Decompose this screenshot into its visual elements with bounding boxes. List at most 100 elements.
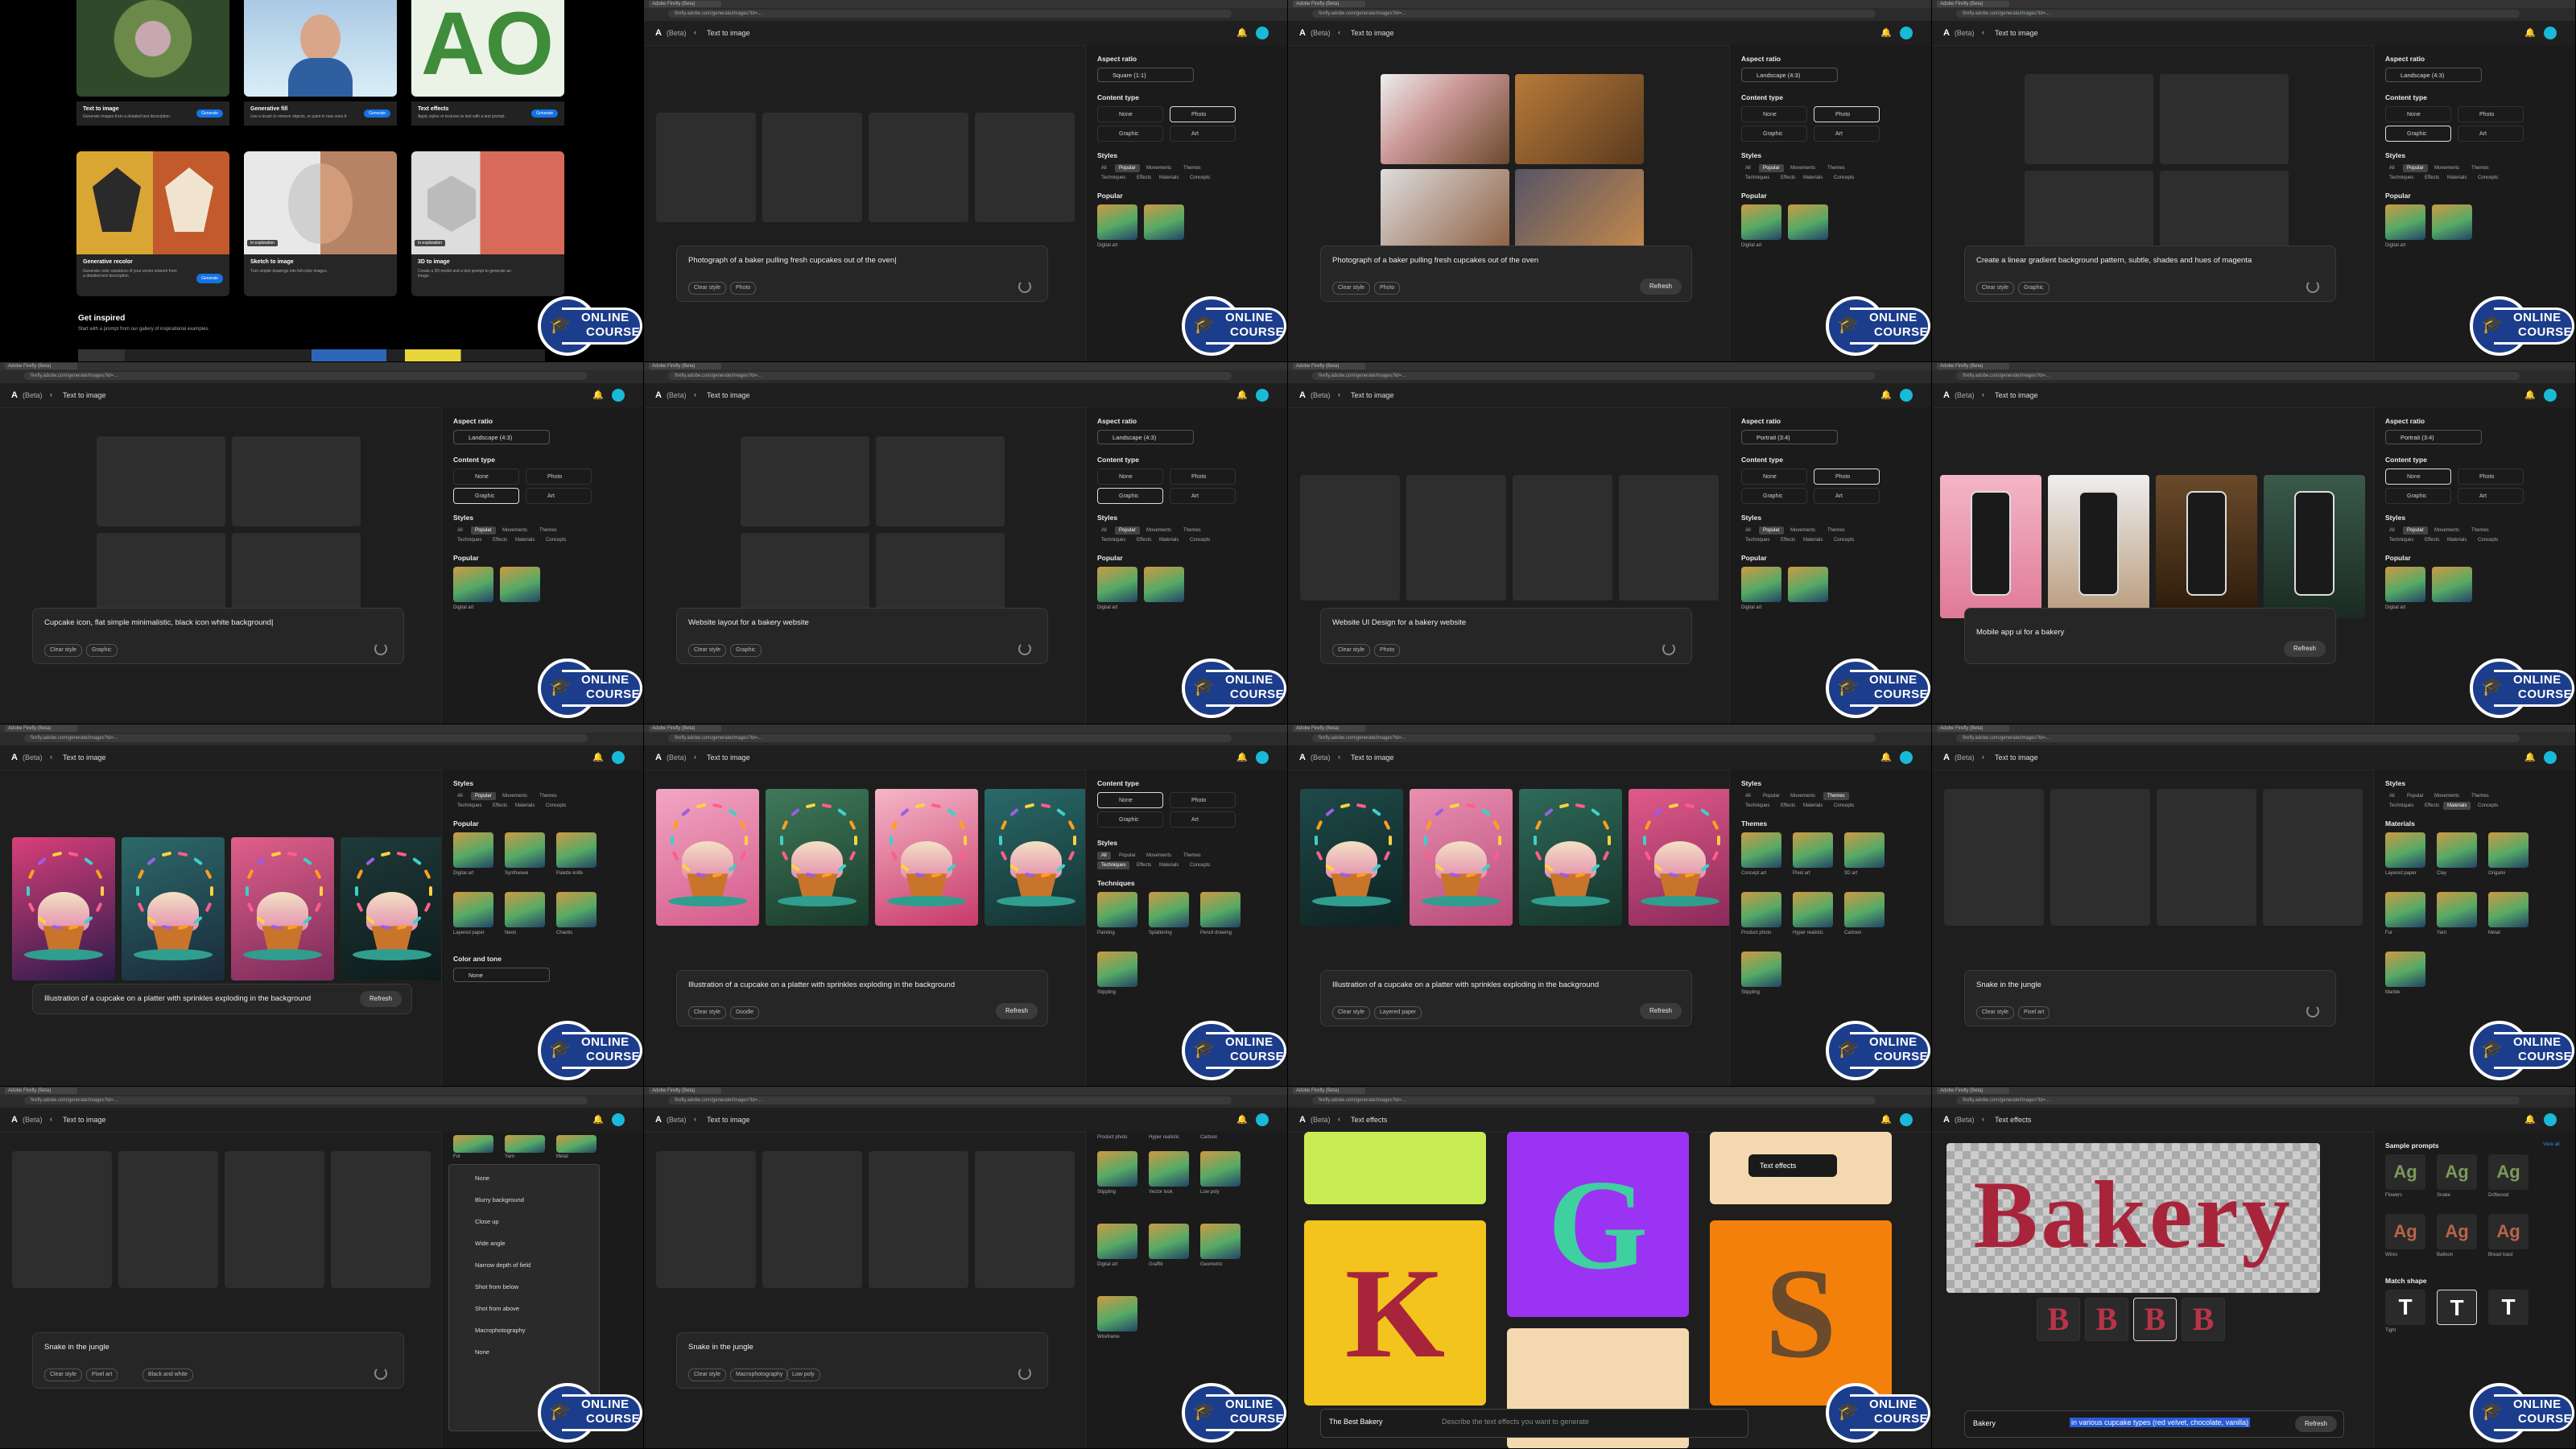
style-thumbnail[interactable] — [1844, 832, 1885, 868]
adobe-logo-icon[interactable]: A — [1299, 753, 1306, 762]
bell-icon[interactable]: 🔔 — [592, 752, 604, 762]
prompt-input[interactable]: Create a linear gradient background patt… — [1976, 256, 2252, 265]
style-thumbnail[interactable] — [1149, 1224, 1189, 1259]
card-3d-to-image[interactable]: In exploration 3D to image Create a 3D m… — [411, 151, 564, 296]
browser-tab[interactable]: Adobe Firefly (Beta) — [1937, 725, 2009, 732]
address-bar[interactable]: firefly.adobe.com/generate/images?id=... — [1956, 1096, 2520, 1104]
adobe-logo-icon[interactable]: A — [655, 753, 662, 762]
inspiration-strip[interactable] — [78, 349, 545, 361]
match-shape-option[interactable]: T — [2488, 1290, 2529, 1325]
style-filter-tab[interactable]: Materials — [2443, 536, 2471, 544]
back-chevron-icon[interactable]: ‹ — [1338, 390, 1340, 398]
color-tone-dropdown[interactable]: None — [453, 968, 550, 982]
browser-tab[interactable]: Adobe Firefly (Beta) — [649, 725, 721, 732]
main-text-effect-preview[interactable]: Bakery — [1946, 1143, 2320, 1293]
content-type-option[interactable]: Art — [2458, 488, 2524, 504]
content-type-option[interactable]: Graphic — [2385, 126, 2451, 142]
style-filter-tab[interactable]: Movements — [498, 792, 531, 800]
back-chevron-icon[interactable]: ‹ — [1338, 753, 1340, 761]
variant-thumbnail[interactable]: B — [2133, 1298, 2177, 1341]
style-filter-tab[interactable]: Themes — [1823, 526, 1849, 535]
text-effect-result[interactable]: G — [1507, 1132, 1689, 1317]
style-chip[interactable]: Layered paper — [1374, 1006, 1422, 1019]
bell-icon[interactable]: 🔔 — [592, 1114, 604, 1125]
style-filter-tab[interactable]: Themes — [2467, 792, 2493, 800]
prompt-input[interactable]: Illustration of a cupcake on a platter w… — [1332, 980, 1599, 989]
style-chip[interactable]: Low poly — [786, 1368, 820, 1381]
style-thumbnail[interactable] — [556, 832, 597, 868]
style-thumbnail[interactable] — [1149, 1151, 1189, 1187]
content-type-option[interactable]: Photo — [1170, 106, 1236, 122]
style-filter-tab[interactable]: Popular — [471, 792, 496, 800]
generate-button[interactable]: Generate — [531, 109, 558, 118]
adobe-logo-icon[interactable]: A — [655, 28, 662, 38]
prompt-box[interactable]: Illustration of a cupcake on a platter w… — [676, 970, 1048, 1026]
content-type-option[interactable]: Photo — [526, 469, 592, 485]
avatar[interactable] — [2544, 751, 2557, 764]
style-filter-tab[interactable]: Concepts — [1830, 536, 1858, 544]
style-thumbnail[interactable] — [556, 1135, 597, 1153]
avatar[interactable] — [1256, 751, 1269, 764]
generate-button[interactable]: Generate — [364, 109, 390, 118]
prompt-input[interactable]: Illustration of a cupcake on a platter w… — [688, 980, 955, 989]
aspect-ratio-dropdown[interactable]: Portrait (3:4) — [2385, 430, 2482, 444]
menu-item[interactable]: Shot from below — [456, 1278, 597, 1296]
adobe-logo-icon[interactable]: A — [1299, 390, 1306, 400]
text-input[interactable]: The Best Bakery — [1329, 1418, 1383, 1426]
avatar[interactable] — [1900, 1113, 1913, 1126]
generated-image[interactable] — [985, 789, 1088, 926]
style-chip[interactable]: Graphic — [86, 644, 118, 657]
style-chip[interactable]: Photo — [1374, 282, 1401, 295]
style-filter-tab[interactable]: Popular — [2403, 526, 2428, 535]
clear-style-chip[interactable]: Clear style — [1332, 1006, 1371, 1019]
style-filter-tab[interactable]: All — [2385, 164, 2399, 172]
clear-style-chip[interactable]: Clear style — [44, 644, 83, 657]
style-filter-tab[interactable]: Materials — [1155, 174, 1183, 182]
style-thumbnail[interactable] — [2437, 832, 2477, 868]
bell-icon[interactable]: 🔔 — [1880, 752, 1892, 762]
generated-image[interactable] — [231, 837, 334, 980]
generated-image[interactable] — [1629, 789, 1732, 926]
back-chevron-icon[interactable]: ‹ — [50, 390, 52, 398]
style-filter-tab[interactable]: Movements — [1142, 852, 1175, 860]
refresh-button[interactable]: Refresh — [2283, 641, 2326, 657]
style-thumbnail[interactable] — [2432, 204, 2472, 240]
style-thumbnail[interactable] — [1741, 832, 1781, 868]
generated-image[interactable] — [2156, 475, 2257, 618]
style-filter-tab[interactable]: All — [1097, 852, 1111, 860]
browser-tab[interactable]: Adobe Firefly (Beta) — [649, 363, 721, 369]
avatar[interactable] — [1900, 751, 1913, 764]
adobe-logo-icon[interactable]: A — [11, 753, 18, 762]
style-filter-tab[interactable]: Concepts — [1830, 802, 1858, 810]
style-thumbnail[interactable] — [453, 567, 493, 602]
browser-tab[interactable]: Adobe Firefly (Beta) — [1293, 725, 1365, 732]
style-filter-tab[interactable]: Effects — [1777, 536, 1799, 544]
address-bar[interactable]: firefly.adobe.com/generate/images?id=... — [1956, 10, 2520, 18]
avatar[interactable] — [612, 1113, 625, 1126]
variant-thumbnail[interactable]: B — [2037, 1298, 2080, 1341]
adobe-logo-icon[interactable]: A — [655, 390, 662, 400]
variant-thumbnail[interactable]: B — [2085, 1298, 2128, 1341]
style-filter-tab[interactable]: Concepts — [542, 802, 570, 810]
browser-tab[interactable]: Adobe Firefly (Beta) — [1293, 1088, 1365, 1094]
text-effect-result[interactable] — [1304, 1132, 1486, 1204]
style-filter-tab[interactable]: Movements — [1786, 792, 1819, 800]
content-type-option[interactable]: Art — [2458, 126, 2524, 142]
refresh-button[interactable]: Refresh — [359, 991, 402, 1007]
address-bar[interactable]: firefly.adobe.com/generate/images?id=... — [1956, 734, 2520, 742]
aspect-ratio-dropdown[interactable]: Landscape (4:3) — [1097, 430, 1194, 444]
style-filter-tab[interactable]: Movements — [498, 526, 531, 535]
style-filter-tab[interactable]: Themes — [1179, 526, 1205, 535]
sample-prompt-thumbnail[interactable]: Ag — [2437, 1214, 2477, 1249]
adobe-logo-icon[interactable]: A — [11, 390, 18, 400]
adobe-logo-icon[interactable]: A — [11, 1115, 18, 1125]
address-bar[interactable]: firefly.adobe.com/generate/images?id=... — [24, 372, 588, 380]
prompt-box[interactable]: Illustration of a cupcake on a platter w… — [32, 984, 412, 1014]
style-filter-tab[interactable]: Themes — [2467, 164, 2493, 172]
clear-style-chip[interactable]: Clear style — [1332, 644, 1371, 657]
prompt-box[interactable]: Website UI Design for a bakery website Cl… — [1320, 608, 1692, 664]
style-filter-tab[interactable]: All — [1097, 526, 1111, 535]
generated-image[interactable] — [875, 789, 978, 926]
adobe-logo-icon[interactable]: A — [1943, 753, 1950, 762]
bell-icon[interactable]: 🔔 — [2524, 27, 2536, 38]
